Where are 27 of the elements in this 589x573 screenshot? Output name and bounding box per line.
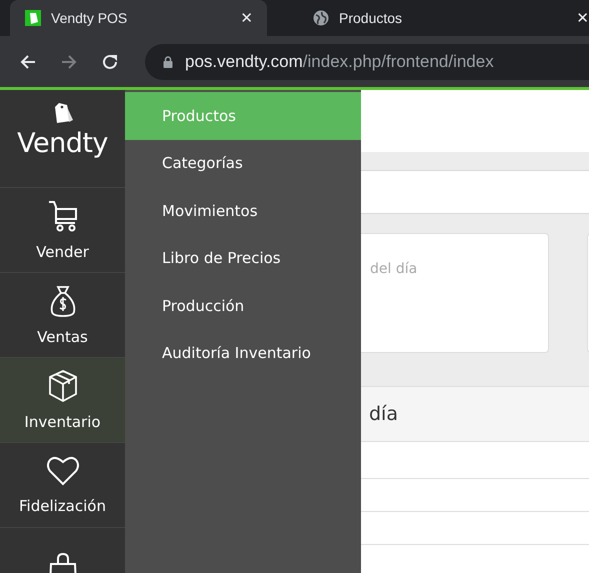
sidebar-label: Vender	[36, 243, 89, 261]
submenu-item[interactable]: Categorías	[125, 140, 361, 187]
url-text: pos.vendty.com/index.php/frontend/index	[185, 52, 494, 72]
close-icon[interactable]: ✕	[240, 9, 253, 27]
lock-icon	[163, 56, 173, 68]
address-bar[interactable]: pos.vendty.com/index.php/frontend/index	[145, 44, 589, 80]
tab-title: Productos	[339, 10, 404, 26]
section-title: día	[369, 403, 398, 425]
sidebar-label: Inventario	[24, 413, 101, 431]
sidebar-label: Ventas	[37, 328, 88, 346]
card-label: del día	[370, 261, 418, 277]
tab-title: Vendty POS	[51, 10, 128, 26]
sidebar-label: Fidelización	[19, 497, 106, 515]
box-icon	[46, 369, 78, 403]
logo-text: Vendty	[17, 128, 108, 159]
browser-tab[interactable]: Vendty POS ✕	[10, 0, 267, 36]
cart-icon	[46, 199, 78, 233]
submenu-item[interactable]: Libro de Precios	[125, 234, 361, 282]
submenu-item[interactable]: Movimientos	[125, 187, 361, 234]
close-icon[interactable]: ✕	[576, 9, 589, 27]
heart-icon	[46, 455, 80, 487]
tag-icon	[25, 10, 41, 26]
browser-tab[interactable]: Productos ✕	[313, 0, 589, 36]
globe-icon	[313, 10, 329, 26]
submenu-item[interactable]: Producción	[125, 282, 361, 330]
sidebar-item[interactable]: Inventario	[0, 358, 125, 443]
submenu-item[interactable]: Auditoría Inventario	[125, 330, 361, 377]
